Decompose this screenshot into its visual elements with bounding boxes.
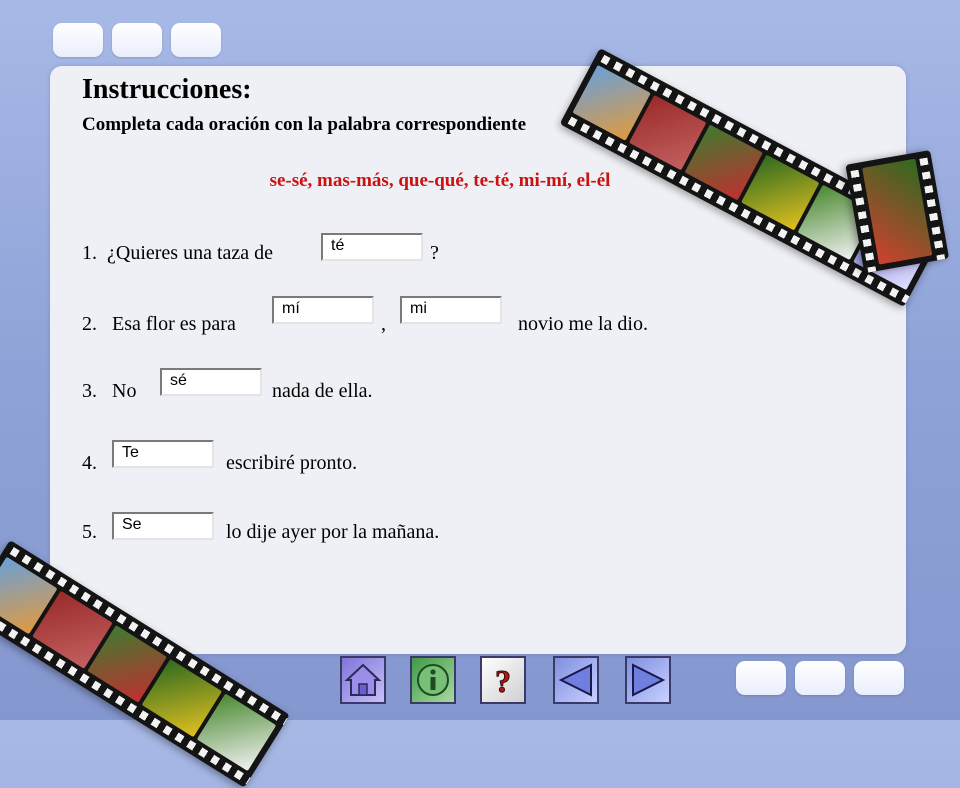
previous-icon	[558, 663, 592, 697]
info-button[interactable]	[410, 656, 456, 704]
answer-field-5[interactable]: Se	[112, 512, 214, 540]
exercise-number: 1.	[82, 242, 97, 264]
top-tab-1	[53, 23, 103, 57]
word-pairs-list: se-sé, mas-más, que-qué, te-té, mi-mí, e…	[269, 170, 611, 191]
exercise-text-middle: ,	[381, 313, 386, 335]
exercise-text-before: Esa flor es para	[112, 313, 236, 335]
film-strip-top-edge	[845, 150, 950, 274]
top-tab-2	[112, 23, 162, 57]
exercise-1: 1. ¿Quieres una taza de	[82, 242, 273, 265]
previous-button[interactable]	[553, 656, 599, 704]
exercise-number: 3.	[82, 380, 97, 402]
answer-field-2a[interactable]: mí	[272, 296, 374, 324]
exercise-5: 5.	[82, 521, 97, 544]
bottom-tab-1	[736, 661, 786, 695]
bottom-tab-2	[795, 661, 845, 695]
exercise-text-after: novio me la dio.	[518, 313, 648, 335]
exercise-number: 2.	[82, 313, 97, 335]
help-icon: ?	[495, 663, 512, 700]
instructions-subtitle: Completa cada oración con la palabra cor…	[82, 114, 527, 135]
exercise-text-after: ?	[430, 242, 439, 264]
exercise-2: 2. Esa flor es para	[82, 313, 236, 336]
help-button[interactable]: ?	[480, 656, 526, 704]
answer-field-1[interactable]: té	[321, 233, 423, 261]
exercise-4: 4.	[82, 452, 97, 475]
answer-field-4[interactable]: Te	[112, 440, 214, 468]
exercise-text-after: escribiré pronto.	[226, 452, 358, 474]
home-icon	[344, 663, 382, 696]
answer-field-2b[interactable]: mi	[400, 296, 502, 324]
exercise-text-before: ¿Quieres una taza de	[107, 242, 274, 264]
exercise-3: 3. No	[82, 380, 136, 403]
answer-field-3[interactable]: sé	[160, 368, 262, 396]
svg-text:?: ?	[495, 663, 511, 699]
next-button[interactable]	[625, 656, 671, 704]
home-button[interactable]	[340, 656, 386, 704]
next-icon	[632, 663, 666, 697]
page-title: Instrucciones:	[82, 74, 252, 105]
info-icon	[417, 664, 449, 696]
bottom-tab-3	[854, 661, 904, 695]
exercise-number: 4.	[82, 452, 97, 474]
exercise-text-after: lo dije ayer por la mañana.	[226, 521, 440, 543]
exercise-text-after: nada de ella.	[272, 380, 373, 402]
top-tab-3	[171, 23, 221, 57]
exercise-text-before: No	[112, 380, 137, 402]
exercise-number: 5.	[82, 521, 97, 543]
